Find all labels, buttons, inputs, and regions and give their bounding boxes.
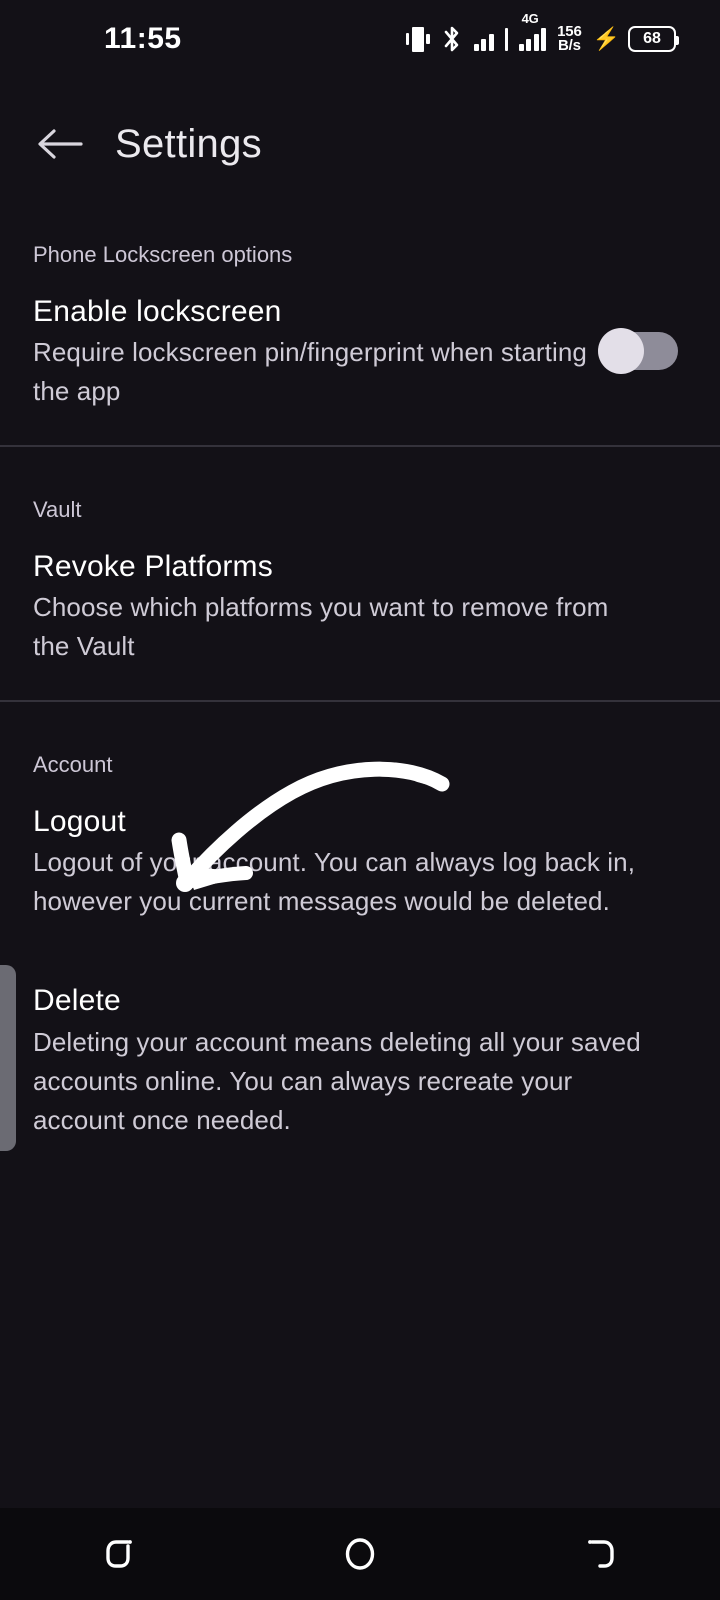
settings-list: Phone Lockscreen options Enable lockscre…: [0, 192, 720, 1140]
section-label-vault: Vault: [33, 496, 82, 522]
toggle-thumb: [598, 328, 644, 374]
network-speed: 156 B/s: [557, 24, 582, 54]
signal-bars-icon: [473, 27, 494, 51]
list-item-title: Enable lockscreen: [33, 295, 282, 328]
network-type-label: 4G: [521, 11, 539, 26]
section-label-lockscreen: Phone Lockscreen options: [33, 242, 293, 267]
sim-separator: [504, 27, 508, 51]
list-item-title: Delete: [33, 984, 121, 1018]
scrollbar-thumb[interactable]: [0, 965, 16, 1151]
list-item-revoke-platforms[interactable]: Revoke Platforms Choose which platforms …: [0, 521, 720, 700]
home-icon[interactable]: [300, 1519, 420, 1589]
list-item-subtitle: Choose which platforms you want to remov…: [33, 592, 609, 662]
navigation-bar: [0, 1508, 720, 1600]
status-bar-icons: 4G 156 B/s ⚡ 68: [405, 12, 679, 54]
list-item-title: Revoke Platforms: [33, 549, 273, 583]
network-type-icon: 4G: [518, 12, 547, 51]
status-bar-clock: 11:55: [104, 22, 182, 55]
list-item-delete[interactable]: Delete Deleting your account means delet…: [0, 931, 720, 1139]
vibrate-icon: [405, 26, 430, 52]
recents-icon[interactable]: [60, 1519, 180, 1589]
page-title: Settings: [115, 121, 262, 166]
battery-icon: 68: [628, 26, 679, 52]
status-bar: 11:55 4G 156 B/s ⚡ 68: [0, 0, 720, 78]
bluetooth-icon: [441, 25, 463, 53]
section-vault: Vault Revoke Platforms Choose which plat…: [0, 447, 720, 700]
list-item-enable-lockscreen[interactable]: Enable lockscreen Require lockscreen pin…: [0, 266, 720, 445]
charging-bolt-icon: ⚡: [592, 26, 620, 51]
back-nav-icon[interactable]: [540, 1519, 660, 1589]
list-item-title: Logout: [33, 804, 126, 838]
section-account: Account Logout Logout of your account. Y…: [0, 702, 720, 1140]
list-item-subtitle: Require lockscreen pin/fingerprint when …: [33, 337, 587, 407]
app-bar: Settings: [0, 96, 720, 192]
section-label-account: Account: [33, 751, 113, 777]
list-item-subtitle: Logout of your account. You can always l…: [33, 847, 636, 917]
list-item-subtitle: Deleting your account means deleting all…: [33, 1026, 641, 1135]
list-item-logout[interactable]: Logout Logout of your account. You can a…: [0, 776, 720, 931]
section-lockscreen: Phone Lockscreen options Enable lockscre…: [0, 192, 720, 445]
network-speed-unit: B/s: [558, 37, 581, 54]
battery-level: 68: [643, 30, 661, 47]
phone-screen: 11:55 4G 156 B/s ⚡ 68 Settings Phone Loc…: [0, 0, 720, 1600]
enable-lockscreen-toggle[interactable]: [598, 328, 678, 374]
back-arrow-icon[interactable]: [30, 114, 90, 174]
